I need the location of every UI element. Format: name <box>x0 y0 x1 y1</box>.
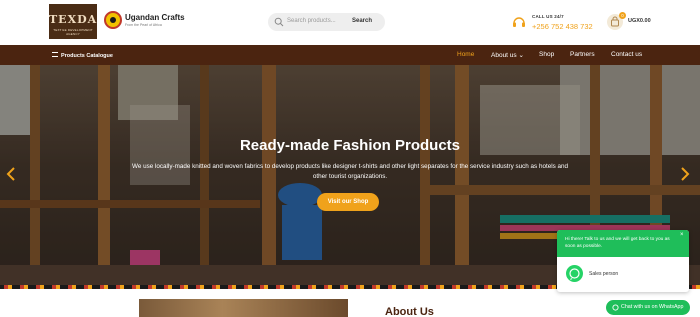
slider-prev-arrow-icon[interactable] <box>6 166 16 182</box>
search-button[interactable]: Search <box>352 18 372 24</box>
call-label: CALL US 24/7 <box>532 14 564 19</box>
nav-partners[interactable]: Partners <box>570 51 595 58</box>
whatsapp-small-icon <box>612 304 619 311</box>
texda-logo[interactable]: TEXDA TEXTILE DEVELOPMENT AGENCY <box>49 4 97 39</box>
headset-icon <box>513 17 525 27</box>
close-icon[interactable]: × <box>680 232 684 238</box>
about-title: About Us <box>385 306 434 317</box>
call-number[interactable]: +256 752 438 732 <box>532 22 593 31</box>
products-catalogue-label: Products Catalogue <box>61 53 113 59</box>
whatsapp-popup-header: Hi there! Talk to us and we will get bac… <box>557 230 689 257</box>
nav-about-us[interactable]: About us ⌄ <box>491 51 524 59</box>
sales-person-contact[interactable]: Sales person <box>589 271 618 277</box>
cart-total[interactable]: UGX0.00 <box>628 18 651 24</box>
nav-home[interactable]: Home <box>457 51 474 58</box>
main-navigation: Products Catalogue <box>0 45 700 65</box>
texda-logo-text: TEXDA <box>49 13 98 26</box>
ugandan-crafts-tagline: From the Pearl of Africa <box>125 23 162 27</box>
search-icon <box>274 17 284 27</box>
products-catalogue-menu[interactable]: Products Catalogue <box>52 52 113 59</box>
search-input[interactable]: Search products... <box>287 18 336 24</box>
texda-logo-tagline: TEXTILE DEVELOPMENT AGENCY <box>53 28 93 36</box>
about-image <box>139 299 348 317</box>
whatsapp-icon <box>566 265 583 282</box>
site-header: TEXDA TEXTILE DEVELOPMENT AGENCY Ugandan… <box>0 0 700 45</box>
visit-shop-button[interactable]: Visit our Shop <box>317 193 379 211</box>
hero-title: Ready-made Fashion Products <box>239 137 461 154</box>
whatsapp-greeting: Hi there! Talk to us and we will get bac… <box>565 237 670 249</box>
slider-next-arrow-icon[interactable] <box>680 166 690 182</box>
ugandan-crafts-name: Ugandan Crafts <box>125 13 185 22</box>
whatsapp-popup: Hi there! Talk to us and we will get bac… <box>557 230 689 292</box>
hamburger-icon <box>52 52 58 57</box>
hero-description: We use locally-made knitted and woven fa… <box>132 163 568 180</box>
nav-contact-us[interactable]: Contact us <box>611 51 642 58</box>
nav-shop[interactable]: Shop <box>539 51 554 58</box>
ugandan-crafts-emblem-icon <box>104 11 122 29</box>
cart-count-badge: 0 <box>619 12 626 19</box>
